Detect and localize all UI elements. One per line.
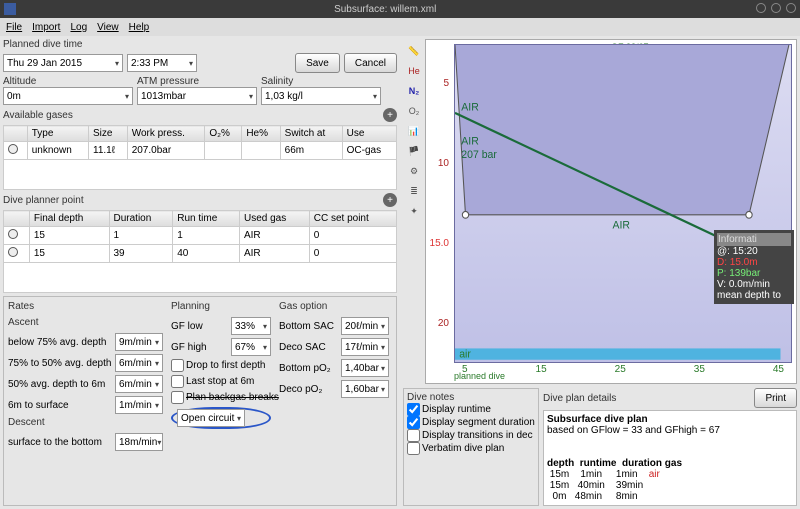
segment-checkbox[interactable]: Display segment duration — [407, 416, 535, 429]
date-combo[interactable]: Thu 29 Jan 2015▾ — [3, 54, 123, 72]
gasopt-label: Gas option — [279, 301, 389, 312]
x-label: planned dive — [454, 371, 505, 381]
table-row[interactable]: 1511AIR0 — [4, 227, 397, 245]
dsac-input[interactable]: 17ℓ/min▾ — [341, 338, 389, 356]
laststop-checkbox[interactable]: Last stop at 6m — [171, 375, 271, 388]
altitude-input[interactable]: 0m▾ — [3, 87, 133, 105]
o2-icon[interactable]: O₂ — [406, 103, 422, 119]
ascent1-input[interactable]: 9m/min▾ — [115, 333, 163, 351]
save-button[interactable]: Save — [295, 53, 340, 73]
gases-table: TypeSizeWork press.O₂%He%Switch atUse un… — [3, 125, 397, 190]
gear-icon[interactable]: ⚙ — [406, 163, 422, 179]
ruler-icon[interactable]: 📏 — [406, 43, 422, 59]
verbatim-checkbox[interactable]: Verbatim dive plan — [407, 442, 535, 455]
minimize-button[interactable] — [756, 3, 766, 13]
print-button[interactable]: Print — [754, 388, 797, 408]
dive-profile-chart[interactable]: GF 33/67 51015.020 AIR AIR 207 bar AIR a… — [425, 39, 797, 384]
menu-import[interactable]: Import — [32, 22, 60, 33]
trash-icon[interactable] — [8, 247, 18, 257]
window-titlebar: Subsurface: willem.xml — [0, 0, 800, 18]
dpo2-input[interactable]: 1,60bar▾ — [341, 380, 389, 398]
menu-help[interactable]: Help — [129, 22, 150, 33]
backgas-checkbox[interactable]: Plan backgas breaks — [171, 391, 271, 404]
menu-log[interactable]: Log — [70, 22, 87, 33]
planned-time-label: Planned dive time — [3, 39, 83, 50]
trash-icon[interactable] — [8, 229, 18, 239]
cancel-button[interactable]: Cancel — [344, 53, 397, 73]
dive-notes-panel: Dive notes Display runtime Display segme… — [403, 388, 539, 506]
svg-text:AIR: AIR — [461, 101, 479, 113]
table-row[interactable]: 153940AIR0 — [4, 245, 397, 263]
plan-detail-label: Dive plan details — [543, 393, 616, 404]
planning-label: Planning — [171, 301, 271, 312]
salinity-label: Salinity — [261, 76, 293, 87]
salinity-input[interactable]: 1,03 kg/l▾ — [261, 87, 381, 105]
circuit-combo[interactable]: Open circuit▾ — [177, 409, 245, 427]
ascent2-input[interactable]: 6m/min▾ — [115, 354, 163, 372]
dive-plan-text: Subsurface dive plan based on GFlow = 33… — [543, 410, 797, 506]
flag-icon[interactable]: 🏴 — [406, 143, 422, 159]
menu-view[interactable]: View — [97, 22, 119, 33]
svg-text:air: air — [459, 348, 471, 360]
add-point-button[interactable]: + — [383, 193, 397, 207]
gflow-input[interactable]: 33%▾ — [231, 317, 271, 335]
drop-checkbox[interactable]: Drop to first depth — [171, 359, 271, 372]
gfhigh-input[interactable]: 67%▾ — [231, 338, 271, 356]
plot-area: AIR AIR 207 bar AIR air — [454, 44, 792, 363]
ascent3-input[interactable]: 6m/min▾ — [115, 375, 163, 393]
transitions-checkbox[interactable]: Display transitions in dec — [407, 429, 535, 442]
window-title: Subsurface: willem.xml — [334, 4, 436, 15]
y-axis: 51015.020 — [428, 44, 452, 363]
bsac-input[interactable]: 20ℓ/min▾ — [341, 317, 389, 335]
menu-file[interactable]: File — [6, 22, 22, 33]
close-button[interactable] — [786, 3, 796, 13]
descent-input[interactable]: 18m/min▾ — [115, 433, 163, 451]
maximize-button[interactable] — [771, 3, 781, 13]
svg-text:AIR: AIR — [613, 219, 631, 231]
app-icon — [4, 3, 16, 15]
atm-label: ATM pressure — [137, 76, 199, 87]
ascent4-input[interactable]: 1m/min▾ — [115, 396, 163, 414]
bpo2-input[interactable]: 1,40bar▾ — [341, 359, 389, 377]
gases-label: Available gases — [3, 110, 73, 121]
rates-label: Rates — [8, 301, 163, 312]
svg-text:AIR: AIR — [461, 135, 479, 147]
menu-bar: File Import Log View Help — [0, 18, 800, 36]
chart-toolbar: 📏 He N₂ O₂ 📊 🏴 ⚙ ≣ ✦ — [403, 39, 425, 384]
svg-text:207 bar: 207 bar — [461, 149, 497, 161]
altitude-label: Altitude — [3, 76, 36, 87]
table-row[interactable]: unknown11.1ℓ207.0bar66mOC-gas — [4, 142, 397, 160]
he-icon[interactable]: He — [406, 63, 422, 79]
eao-icon[interactable]: ✦ — [406, 203, 422, 219]
trash-icon[interactable] — [8, 144, 18, 154]
runtime-checkbox[interactable]: Display runtime — [407, 403, 535, 416]
atm-input[interactable]: 1013mbar▾ — [137, 87, 257, 105]
n2-icon[interactable]: N₂ — [406, 83, 422, 99]
bar-icon[interactable]: ≣ — [406, 183, 422, 199]
chart-icon[interactable]: 📊 — [406, 123, 422, 139]
notes-label: Dive notes — [407, 392, 454, 403]
descent-label: Descent — [8, 417, 163, 428]
add-gas-button[interactable]: + — [383, 108, 397, 122]
points-label: Dive planner point — [3, 195, 84, 206]
ascent-label: Ascent — [8, 317, 163, 328]
info-tooltip: Informati @: 15:20 D: 15.0m P: 139bar V:… — [714, 230, 794, 304]
points-table: Final depthDurationRun timeUsed gasCC se… — [3, 210, 397, 293]
time-combo[interactable]: 2:33 PM▾ — [127, 54, 197, 72]
